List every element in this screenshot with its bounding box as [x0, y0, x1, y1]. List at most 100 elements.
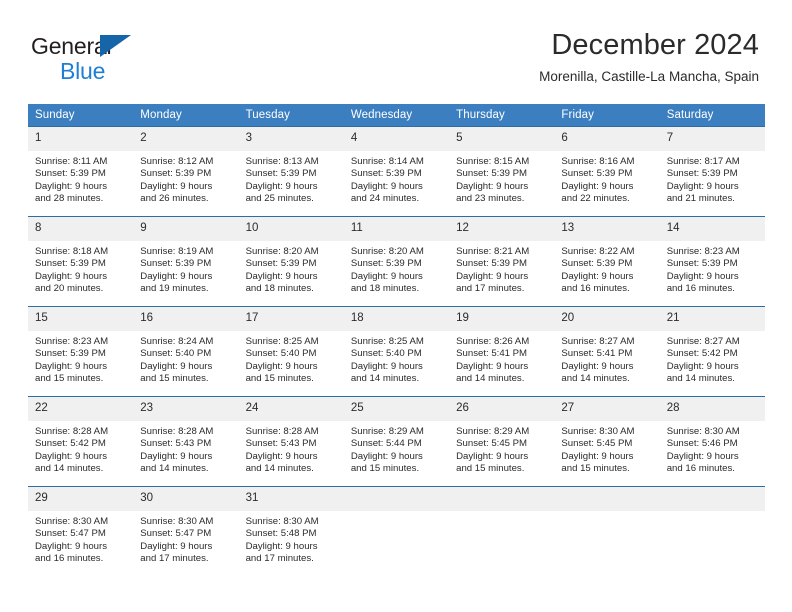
sunset-text: Sunset: 5:39 PM	[561, 258, 633, 270]
daylight-text-line1: Daylight: 9 hours	[456, 180, 529, 192]
day-details	[554, 511, 659, 516]
calendar-day-cell[interactable]: 20 Sunrise: 8:27 AM Sunset: 5:41 PM Dayl…	[554, 306, 660, 397]
daylight-text-line1: Daylight: 9 hours	[245, 180, 318, 192]
calendar-day-cell[interactable]: 25 Sunrise: 8:29 AM Sunset: 5:44 PM Dayl…	[343, 396, 450, 487]
day-details: Sunrise: 8:30 AM Sunset: 5:46 PM Dayligh…	[660, 421, 765, 476]
calendar-day-cell[interactable]: 3 Sunrise: 8:13 AM Sunset: 5:39 PM Dayli…	[238, 126, 344, 217]
calendar-day-cell[interactable]: 1 Sunrise: 8:11 AM Sunset: 5:39 PM Dayli…	[28, 126, 134, 217]
sunset-text: Sunset: 5:39 PM	[140, 168, 212, 180]
sunrise-text: Sunrise: 8:15 AM	[456, 156, 530, 167]
sunrise-text: Sunrise: 8:25 AM	[350, 336, 424, 347]
day-details: Sunrise: 8:13 AM Sunset: 5:39 PM Dayligh…	[239, 151, 344, 206]
calendar-week-row: 29 Sunrise: 8:30 AM Sunset: 5:47 PM Dayl…	[28, 486, 765, 576]
logo-triangle-icon	[100, 35, 131, 57]
calendar-page: General Blue December 2024 Morenilla, Ca…	[0, 0, 792, 612]
calendar-day-cell[interactable]: 13 Sunrise: 8:22 AM Sunset: 5:39 PM Dayl…	[554, 216, 660, 307]
day-details: Sunrise: 8:18 AM Sunset: 5:39 PM Dayligh…	[28, 241, 133, 296]
daylight-text-line1: Daylight: 9 hours	[666, 180, 739, 192]
sunrise-text: Sunrise: 8:16 AM	[561, 156, 635, 167]
daylight-text-line1: Daylight: 9 hours	[456, 450, 529, 462]
page-subtitle: Morenilla, Castille-La Mancha, Spain	[539, 69, 759, 84]
daylight-text-line2: and 21 minutes.	[666, 193, 735, 205]
day-number: 22	[28, 397, 134, 421]
calendar-day-cell[interactable]: 8 Sunrise: 8:18 AM Sunset: 5:39 PM Dayli…	[28, 216, 134, 307]
daylight-text-line1: Daylight: 9 hours	[561, 360, 634, 372]
day-details: Sunrise: 8:23 AM Sunset: 5:39 PM Dayligh…	[28, 331, 133, 386]
sunrise-text: Sunrise: 8:29 AM	[350, 426, 424, 437]
calendar-day-cell[interactable]: 31 Sunrise: 8:30 AM Sunset: 5:48 PM Dayl…	[238, 486, 344, 576]
daylight-text-line1: Daylight: 9 hours	[350, 180, 423, 192]
calendar-table: Sunday Monday Tuesday Wednesday Thursday…	[28, 104, 765, 576]
calendar-day-cell[interactable]: 16 Sunrise: 8:24 AM Sunset: 5:40 PM Dayl…	[133, 306, 239, 397]
calendar-week-row: 8 Sunrise: 8:18 AM Sunset: 5:39 PM Dayli…	[28, 216, 765, 307]
day-number: 1	[28, 127, 134, 151]
calendar-day-cell[interactable]: 6 Sunrise: 8:16 AM Sunset: 5:39 PM Dayli…	[554, 126, 660, 217]
daylight-text-line1: Daylight: 9 hours	[245, 360, 318, 372]
calendar-day-cell[interactable]: 10 Sunrise: 8:20 AM Sunset: 5:39 PM Dayl…	[238, 216, 344, 307]
daylight-text-line2: and 16 minutes.	[666, 283, 735, 295]
daylight-text-line2: and 17 minutes.	[245, 553, 314, 565]
calendar-day-cell[interactable]: 9 Sunrise: 8:19 AM Sunset: 5:39 PM Dayli…	[133, 216, 239, 307]
calendar-day-cell[interactable]: 23 Sunrise: 8:28 AM Sunset: 5:43 PM Dayl…	[133, 396, 239, 487]
sunrise-text: Sunrise: 8:11 AM	[35, 156, 108, 167]
sunset-text: Sunset: 5:40 PM	[350, 348, 422, 360]
day-details: Sunrise: 8:22 AM Sunset: 5:39 PM Dayligh…	[554, 241, 659, 296]
day-details: Sunrise: 8:30 AM Sunset: 5:47 PM Dayligh…	[133, 511, 238, 566]
calendar-day-cell-empty	[659, 486, 765, 576]
daylight-text-line1: Daylight: 9 hours	[140, 180, 213, 192]
sunrise-text: Sunrise: 8:23 AM	[35, 336, 109, 347]
daylight-text-line2: and 22 minutes.	[561, 193, 630, 205]
calendar-day-cell[interactable]: 15 Sunrise: 8:23 AM Sunset: 5:39 PM Dayl…	[28, 306, 134, 397]
calendar-day-cell[interactable]: 5 Sunrise: 8:15 AM Sunset: 5:39 PM Dayli…	[449, 126, 555, 217]
day-details: Sunrise: 8:15 AM Sunset: 5:39 PM Dayligh…	[449, 151, 554, 206]
calendar-day-cell[interactable]: 14 Sunrise: 8:23 AM Sunset: 5:39 PM Dayl…	[659, 216, 765, 307]
calendar-day-cell[interactable]: 28 Sunrise: 8:30 AM Sunset: 5:46 PM Dayl…	[659, 396, 765, 487]
daylight-text-line2: and 17 minutes.	[140, 553, 209, 565]
sunrise-text: Sunrise: 8:19 AM	[140, 246, 214, 257]
calendar-day-cell[interactable]: 19 Sunrise: 8:26 AM Sunset: 5:41 PM Dayl…	[449, 306, 555, 397]
sunrise-text: Sunrise: 8:30 AM	[561, 426, 635, 437]
sunset-text: Sunset: 5:39 PM	[350, 258, 422, 270]
day-number: 8	[28, 217, 134, 241]
sunset-text: Sunset: 5:47 PM	[140, 528, 212, 540]
daylight-text-line2: and 20 minutes.	[35, 283, 104, 295]
sunset-text: Sunset: 5:46 PM	[666, 438, 738, 450]
calendar-day-cell[interactable]: 24 Sunrise: 8:28 AM Sunset: 5:43 PM Dayl…	[238, 396, 344, 487]
day-details: Sunrise: 8:19 AM Sunset: 5:39 PM Dayligh…	[133, 241, 238, 296]
daylight-text-line2: and 14 minutes.	[456, 373, 525, 385]
daylight-text-line2: and 14 minutes.	[140, 463, 209, 475]
day-details: Sunrise: 8:28 AM Sunset: 5:43 PM Dayligh…	[133, 421, 238, 476]
day-number: 25	[343, 397, 450, 421]
sunset-text: Sunset: 5:48 PM	[245, 528, 317, 540]
day-details: Sunrise: 8:24 AM Sunset: 5:40 PM Dayligh…	[133, 331, 238, 386]
calendar-day-cell[interactable]: 30 Sunrise: 8:30 AM Sunset: 5:47 PM Dayl…	[133, 486, 239, 576]
calendar-day-cell[interactable]: 4 Sunrise: 8:14 AM Sunset: 5:39 PM Dayli…	[343, 126, 450, 217]
sunset-text: Sunset: 5:39 PM	[35, 348, 106, 360]
weekday-header-saturday: Saturday	[659, 104, 765, 127]
calendar-day-cell[interactable]: 22 Sunrise: 8:28 AM Sunset: 5:42 PM Dayl…	[28, 396, 134, 487]
daylight-text-line1: Daylight: 9 hours	[35, 450, 107, 462]
weekday-header-sunday: Sunday	[28, 104, 134, 127]
calendar-day-cell[interactable]: 12 Sunrise: 8:21 AM Sunset: 5:39 PM Dayl…	[449, 216, 555, 307]
calendar-day-cell[interactable]: 2 Sunrise: 8:12 AM Sunset: 5:39 PM Dayli…	[133, 126, 239, 217]
sunrise-text: Sunrise: 8:17 AM	[666, 156, 740, 167]
sunrise-text: Sunrise: 8:30 AM	[140, 516, 214, 527]
daylight-text-line2: and 15 minutes.	[350, 463, 420, 475]
calendar-day-cell[interactable]: 26 Sunrise: 8:29 AM Sunset: 5:45 PM Dayl…	[449, 396, 555, 487]
daylight-text-line2: and 25 minutes.	[245, 193, 314, 205]
sunset-text: Sunset: 5:45 PM	[456, 438, 528, 450]
calendar-day-cell-empty	[343, 486, 450, 576]
day-number	[659, 487, 765, 511]
day-number: 11	[343, 217, 450, 241]
calendar-day-cell[interactable]: 17 Sunrise: 8:25 AM Sunset: 5:40 PM Dayl…	[238, 306, 344, 397]
calendar-day-cell[interactable]: 29 Sunrise: 8:30 AM Sunset: 5:47 PM Dayl…	[28, 486, 134, 576]
logo-text-general-row: General	[31, 33, 261, 59]
calendar-day-cell[interactable]: 18 Sunrise: 8:25 AM Sunset: 5:40 PM Dayl…	[343, 306, 450, 397]
calendar-day-cell[interactable]: 21 Sunrise: 8:27 AM Sunset: 5:42 PM Dayl…	[659, 306, 765, 397]
calendar-day-cell[interactable]: 7 Sunrise: 8:17 AM Sunset: 5:39 PM Dayli…	[659, 126, 765, 217]
daylight-text-line1: Daylight: 9 hours	[140, 450, 213, 462]
calendar-day-cell[interactable]: 11 Sunrise: 8:20 AM Sunset: 5:39 PM Dayl…	[343, 216, 450, 307]
calendar-day-cell[interactable]: 27 Sunrise: 8:30 AM Sunset: 5:45 PM Dayl…	[554, 396, 660, 487]
sunrise-text: Sunrise: 8:21 AM	[456, 246, 530, 257]
sunset-text: Sunset: 5:39 PM	[245, 258, 317, 270]
